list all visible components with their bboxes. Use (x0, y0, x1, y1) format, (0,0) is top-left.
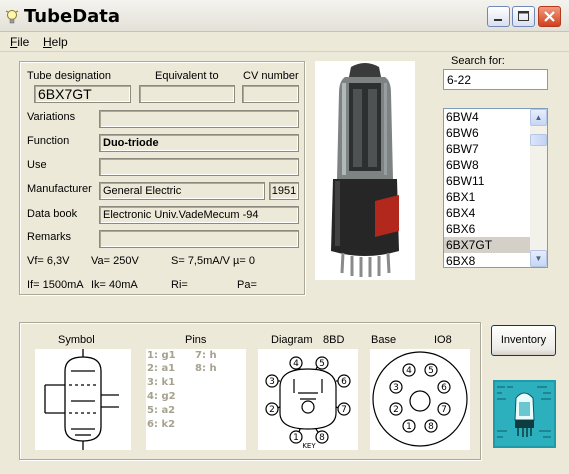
variations-label: Variations (27, 111, 76, 123)
vf-value: Vf= 6,3V (27, 255, 70, 267)
scroll-up-button[interactable]: ▲ (530, 109, 547, 126)
base-label: Base (371, 334, 397, 346)
base-pin-number: 7 (441, 405, 447, 415)
pin-entry: 2: a1 (147, 363, 176, 374)
header-cv: CV number (243, 70, 299, 82)
diagram-pin-number: 7 (341, 405, 347, 415)
diagram-pin-number: 8 (319, 433, 325, 443)
pin-entry: 7: h (195, 350, 217, 361)
diagram-pin-number: 5 (319, 359, 325, 369)
base-diagram: 1 2 3 4 5 6 7 8 (370, 349, 470, 450)
base-pin-number: 1 (406, 422, 412, 432)
list-item[interactable]: 6BW6 (444, 125, 530, 141)
ik-value: Ik= 40mA (91, 279, 138, 291)
base-pin-number: 3 (393, 383, 399, 393)
pin-entry: 3: k1 (147, 377, 176, 388)
diagram-pin-number: 4 (293, 359, 299, 369)
va-value: Va= 250V (91, 255, 139, 267)
list-item[interactable]: 6BW11 (444, 173, 530, 189)
diagram-pin-number: 1 (293, 433, 299, 443)
lightbulb-icon (5, 10, 19, 24)
inventory-button[interactable]: Inventory (491, 325, 556, 356)
pin-diagram: 1 2 3 4 5 6 7 8 KEY (258, 349, 358, 450)
use-label: Use (27, 159, 47, 171)
window-title: TubeData (24, 6, 121, 27)
mu-value: µ= 0 (233, 255, 255, 267)
scroll-thumb[interactable] (530, 134, 547, 146)
menu-file[interactable]: File (10, 35, 29, 49)
databook-label: Data book (27, 208, 78, 220)
remarks-field[interactable] (99, 230, 299, 248)
databook-field[interactable]: Electronic Univ.VadeMecum -94 (99, 206, 299, 224)
ri-value: Ri= (171, 279, 188, 291)
list-item[interactable]: 6BX1 (444, 189, 530, 205)
scroll-down-button[interactable]: ▼ (530, 250, 547, 267)
list-item[interactable]: 6BX4 (444, 205, 530, 221)
arrow-down-icon: ▼ (534, 254, 543, 263)
cv-number-field[interactable] (242, 85, 299, 103)
use-field[interactable] (99, 158, 299, 176)
list-item[interactable]: 6BW4 (444, 109, 530, 125)
header-equivalent: Equivalent to (155, 70, 219, 82)
pin-entry: 1: g1 (147, 350, 176, 361)
diagram-pin-number: 2 (269, 405, 275, 415)
list-item[interactable]: 6BW7 (444, 141, 530, 157)
function-label: Function (27, 135, 70, 147)
header-designation: Tube designation (27, 70, 111, 82)
base-pin-number: 4 (406, 366, 412, 376)
tube-list[interactable]: 6BW4 6BW6 6BW7 6BW8 6BW11 6BX1 6BX4 6BX6… (443, 108, 548, 268)
tube-symbol (35, 349, 131, 450)
close-button[interactable] (538, 6, 561, 27)
manufacturer-label: Manufacturer (27, 183, 92, 195)
function-field[interactable]: Duo-triode (99, 134, 299, 152)
tube-photo (315, 61, 415, 280)
designation-field[interactable]: 6BX7GT (34, 85, 131, 103)
maximize-icon (518, 11, 529, 21)
pin-entry: 6: k2 (147, 419, 176, 430)
search-label: Search for: (451, 55, 505, 67)
symbol-label: Symbol (58, 334, 95, 346)
minimize-button[interactable] (487, 6, 510, 27)
tube-list-items: 6BW4 6BW6 6BW7 6BW8 6BW11 6BX1 6BX4 6BX6… (444, 109, 530, 267)
pins-box: 1: g1 2: a1 3: k1 4: g2 5: a2 6: k2 7: h… (146, 349, 246, 450)
minimize-icon (494, 19, 502, 21)
manufacturer-field[interactable]: General Electric (99, 182, 265, 200)
diagram-label: Diagram (271, 334, 313, 346)
if-value: If= 1500mA (27, 279, 84, 291)
title-bar: TubeData (0, 0, 569, 32)
list-scrollbar[interactable]: ▲ ▼ (530, 109, 547, 267)
key-label: KEY (302, 442, 316, 450)
menu-help[interactable]: Help (43, 35, 68, 49)
base-code: IO8 (434, 334, 452, 346)
base-pin-number: 8 (428, 422, 434, 432)
pin-entry: 4: g2 (147, 391, 176, 402)
list-item[interactable]: 6BX6 (444, 221, 530, 237)
base-pin-number: 2 (393, 405, 399, 415)
list-item-selected[interactable]: 6BX7GT (444, 237, 530, 253)
pin-entry: 8: h (195, 363, 217, 374)
pins-label: Pins (185, 334, 207, 346)
pin-entry: 5: a2 (147, 405, 176, 416)
maximize-button[interactable] (512, 6, 535, 27)
pa-value: Pa= (237, 279, 257, 291)
arrow-up-icon: ▲ (534, 113, 543, 122)
s-value: S= 7,5mA/V (171, 255, 231, 267)
base-pin-number: 5 (428, 366, 434, 376)
tube-logo-icon (493, 380, 556, 448)
diagram-code: 8BD (323, 334, 345, 346)
list-item[interactable]: 6BX8 (444, 253, 530, 267)
menu-bar: File Help (0, 32, 569, 52)
equivalent-field[interactable] (139, 85, 235, 103)
diagram-pin-number: 6 (341, 377, 347, 387)
list-item[interactable]: 6BW8 (444, 157, 530, 173)
year-field[interactable]: 1951 (269, 182, 299, 200)
remarks-label: Remarks (27, 231, 72, 243)
variations-field[interactable] (99, 110, 299, 128)
close-icon (544, 11, 555, 22)
search-input[interactable] (443, 69, 548, 90)
base-pin-number: 6 (441, 383, 447, 393)
diagram-pin-number: 3 (269, 377, 275, 387)
